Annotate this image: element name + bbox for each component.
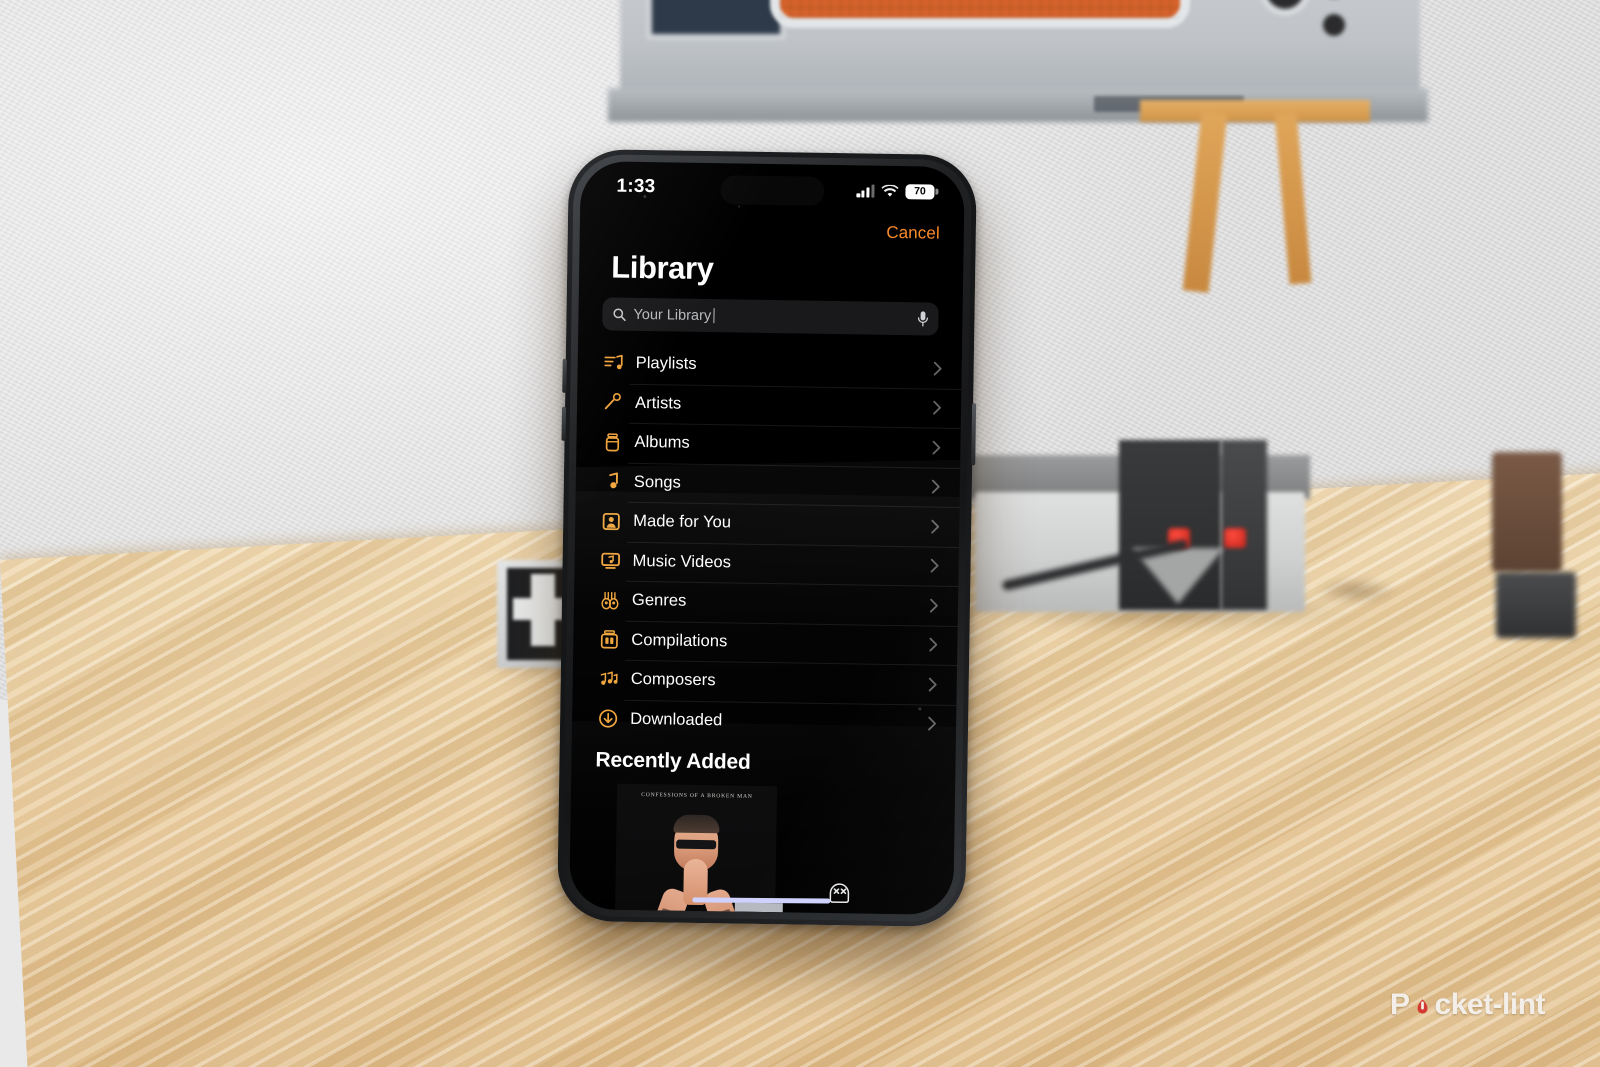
wifi-icon <box>881 184 899 196</box>
library-row-songs[interactable]: Songs <box>576 461 961 507</box>
search-placeholder-row: Your Library <box>633 306 909 326</box>
chevron-right-icon <box>930 558 939 573</box>
chevron-right-icon <box>929 637 938 652</box>
pocketlint-watermark: P cket-lint <box>1390 988 1546 1022</box>
marshmello-smiley-icon[interactable] <box>827 881 851 905</box>
library-row-label: Songs <box>633 472 682 492</box>
library-row-label: Made for You <box>633 512 732 532</box>
microphone-icon[interactable] <box>916 310 929 327</box>
lego-brick-right <box>1496 572 1576 638</box>
iphone-device: 1:33 70 Cancel Library Your Library Play… <box>556 148 978 928</box>
chevron-right-icon <box>933 400 941 415</box>
library-list: Playlists Artists Albums Songs Made for … <box>572 343 962 744</box>
cellular-signal-icon <box>856 184 875 198</box>
microphone-icon <box>601 393 625 413</box>
text-caret <box>713 307 715 323</box>
library-row-label: Albums <box>634 433 690 453</box>
home-indicator-chip <box>734 902 783 913</box>
library-row-label: Artists <box>634 393 682 413</box>
artwork-sunglasses <box>676 839 717 850</box>
artwork-hair <box>673 814 720 834</box>
music-quarternote-3-icon <box>597 669 621 689</box>
search-icon <box>613 308 626 321</box>
library-row-compilations[interactable]: Compilations <box>573 619 958 665</box>
guitars-icon <box>598 590 622 610</box>
chevron-right-icon <box>933 361 942 376</box>
library-row-label: Music Videos <box>632 551 732 572</box>
arrow-down-circle-icon <box>596 709 620 729</box>
library-row-label: Genres <box>631 591 687 610</box>
volume-up-button[interactable] <box>562 358 567 393</box>
search-field-wrapper[interactable]: Your Library <box>602 297 939 336</box>
library-row-label: Playlists <box>635 354 697 374</box>
music-note-icon <box>600 472 624 492</box>
lego-tv-side-panel <box>646 0 786 40</box>
library-row-made-for-you[interactable]: Made for You <box>575 501 960 547</box>
lego-nes-red-button <box>1224 528 1246 548</box>
library-row-playlists[interactable]: Playlists <box>577 343 962 389</box>
lego-tv-screen <box>770 0 1190 28</box>
cancel-button[interactable]: Cancel <box>886 223 940 244</box>
chevron-right-icon <box>928 716 937 731</box>
page-title: Library <box>610 249 714 287</box>
status-time: 1:33 <box>616 175 656 198</box>
dust-speck <box>738 205 741 208</box>
album-artwork[interactable]: CONFESSIONS OF A BROKEN MAN <box>614 783 778 915</box>
power-flame-icon <box>1411 994 1434 1017</box>
library-row-label: Composers <box>630 670 716 690</box>
tv-stand-top <box>1140 100 1370 122</box>
person-crop-square-icon <box>599 511 623 531</box>
status-indicators: 70 <box>856 183 935 200</box>
library-row-genres[interactable]: Genres <box>574 580 959 626</box>
navigation-bar: Cancel <box>580 207 965 255</box>
lego-figure-right <box>1492 452 1562 572</box>
library-row-label: Compilations <box>631 630 728 651</box>
search-placeholder: Your Library <box>633 306 712 324</box>
dust-speck <box>643 195 647 199</box>
tv-music-note-icon <box>598 551 622 571</box>
chevron-right-icon <box>931 519 940 534</box>
photo-scene: 1:33 70 Cancel Library Your Library Play… <box>0 0 1600 1067</box>
chevron-right-icon <box>928 677 937 692</box>
search-input[interactable]: Your Library <box>602 297 939 336</box>
recently-added-heading: Recently Added <box>595 748 751 774</box>
library-row-composers[interactable]: Composers <box>572 659 957 705</box>
volume-down-button[interactable] <box>561 406 567 441</box>
rectangle-stack-icon <box>597 630 621 650</box>
library-row-artists[interactable]: Artists <box>577 383 962 429</box>
chevron-right-icon <box>932 440 941 455</box>
album-cover-title: CONFESSIONS OF A BROKEN MAN <box>641 792 753 800</box>
library-row-albums[interactable]: Albums <box>576 422 961 468</box>
watermark-text-before: P <box>1390 988 1410 1021</box>
desk-grommet-hole <box>1316 578 1396 604</box>
square-stack-icon <box>600 432 624 452</box>
chevron-right-icon <box>931 479 940 494</box>
lego-tv-knobs <box>1255 0 1365 67</box>
library-row-downloaded[interactable]: Downloaded <box>572 698 957 744</box>
watermark-text-after: cket-lint <box>1434 988 1546 1021</box>
library-row-music-videos[interactable]: Music Videos <box>574 540 959 586</box>
lego-nes-side-panel <box>1221 440 1267 610</box>
library-row-label: Downloaded <box>630 709 723 730</box>
dust-speck <box>918 707 922 711</box>
battery-level: 70 <box>914 185 926 198</box>
phone-screen: 1:33 70 Cancel Library Your Library Play… <box>569 161 965 915</box>
dynamic-island <box>720 175 825 206</box>
chevron-right-icon <box>929 598 938 613</box>
battery-icon: 70 <box>905 183 935 200</box>
music-note-list-icon <box>602 353 626 373</box>
